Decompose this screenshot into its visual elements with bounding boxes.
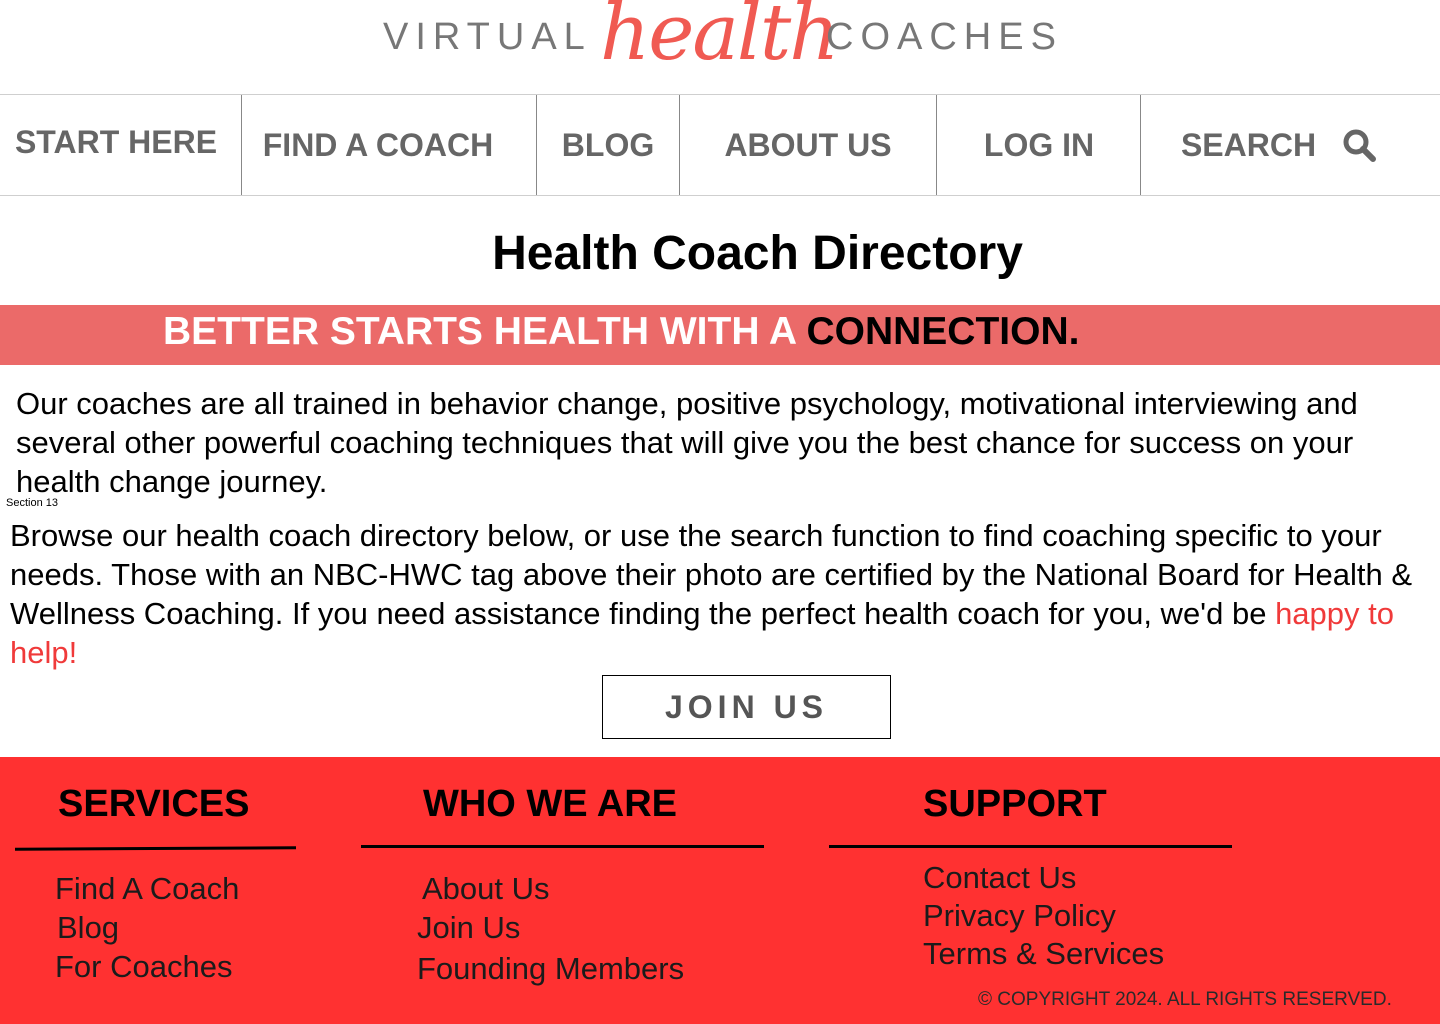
logo-text-coaches: COACHES xyxy=(826,16,1063,58)
tagline-dark: CONNECTION. xyxy=(806,310,1080,353)
nav-find-a-coach[interactable]: FIND A COACH xyxy=(242,95,514,195)
footer-link-contact-us[interactable]: Contact Us xyxy=(923,860,1076,896)
nav-blog[interactable]: BLOG xyxy=(537,95,679,195)
footer-link-for-coaches[interactable]: For Coaches xyxy=(55,949,232,985)
footer-divider xyxy=(14,846,297,851)
section-label: Section 13 xyxy=(6,497,64,509)
browse-paragraph: Browse our health coach directory below,… xyxy=(10,516,1435,672)
intro-paragraph: Our coaches are all trained in behavior … xyxy=(16,386,1358,499)
main-nav: START HERE FIND A COACH BLOG ABOUT US LO… xyxy=(0,94,1440,196)
footer: SERVICES Find A Coach Blog For Coaches W… xyxy=(0,757,1440,1024)
footer-heading-support: SUPPORT xyxy=(923,783,1107,825)
footer-heading-who-we-are: WHO WE ARE xyxy=(423,783,678,825)
nav-log-in[interactable]: LOG IN xyxy=(937,95,1141,195)
page-title: Health Coach Directory xyxy=(492,227,1023,280)
site-logo[interactable]: VIRTUAL health COACHES xyxy=(0,0,1440,94)
browse-text: Browse our health coach directory below,… xyxy=(10,518,1413,631)
nav-search[interactable]: SEARCH xyxy=(1141,95,1416,195)
footer-link-terms-services[interactable]: Terms & Services xyxy=(923,936,1164,972)
footer-link-about-us[interactable]: About Us xyxy=(422,871,550,907)
footer-heading-services: SERVICES xyxy=(58,783,250,825)
search-icon xyxy=(1343,129,1377,162)
footer-link-find-a-coach[interactable]: Find A Coach xyxy=(55,871,239,907)
logo-text-virtual: VIRTUAL xyxy=(383,16,592,58)
footer-link-join-us[interactable]: Join Us xyxy=(417,910,520,946)
nav-start-here[interactable]: START HERE xyxy=(0,92,232,192)
copyright-notice: © COPYRIGHT 2024. ALL RIGHTS RESERVED. xyxy=(978,989,1392,1010)
footer-link-privacy-policy[interactable]: Privacy Policy xyxy=(923,898,1116,934)
footer-divider xyxy=(361,845,764,848)
logo-text-health: health xyxy=(600,0,839,78)
footer-link-founding-members[interactable]: Founding Members xyxy=(417,951,684,987)
join-us-button[interactable]: JOIN US xyxy=(602,675,891,739)
tagline-light: BETTER STARTS HEALTH WITH A xyxy=(163,310,807,353)
tagline-text: BETTER STARTS HEALTH WITH A CONNECTION. xyxy=(163,310,1079,354)
nav-about-us[interactable]: ABOUT US xyxy=(680,95,936,195)
footer-link-blog[interactable]: Blog xyxy=(57,910,119,946)
footer-divider xyxy=(829,845,1232,848)
nav-search-label: SEARCH xyxy=(1180,126,1317,163)
